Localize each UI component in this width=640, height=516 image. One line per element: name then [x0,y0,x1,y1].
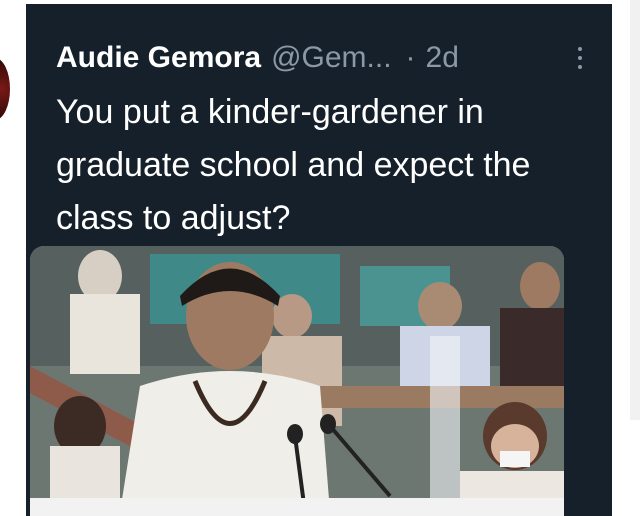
photo-illustration [30,246,564,512]
adjacent-content-edge [630,0,640,420]
timestamp[interactable]: 2d [426,41,459,75]
tweet-text: You put a kinder-gardener in graduate sc… [56,93,531,237]
tweet-media-photo[interactable] [30,246,564,512]
tweet-header: Audie Gemora @Gem... · 2d [56,38,596,78]
author-name[interactable]: Audie Gemora [56,41,261,75]
more-options-icon[interactable] [570,40,590,76]
separator-dot: · [405,41,416,74]
author-handle[interactable]: @Gem... [271,41,391,75]
media-bottom-edge [30,498,564,516]
